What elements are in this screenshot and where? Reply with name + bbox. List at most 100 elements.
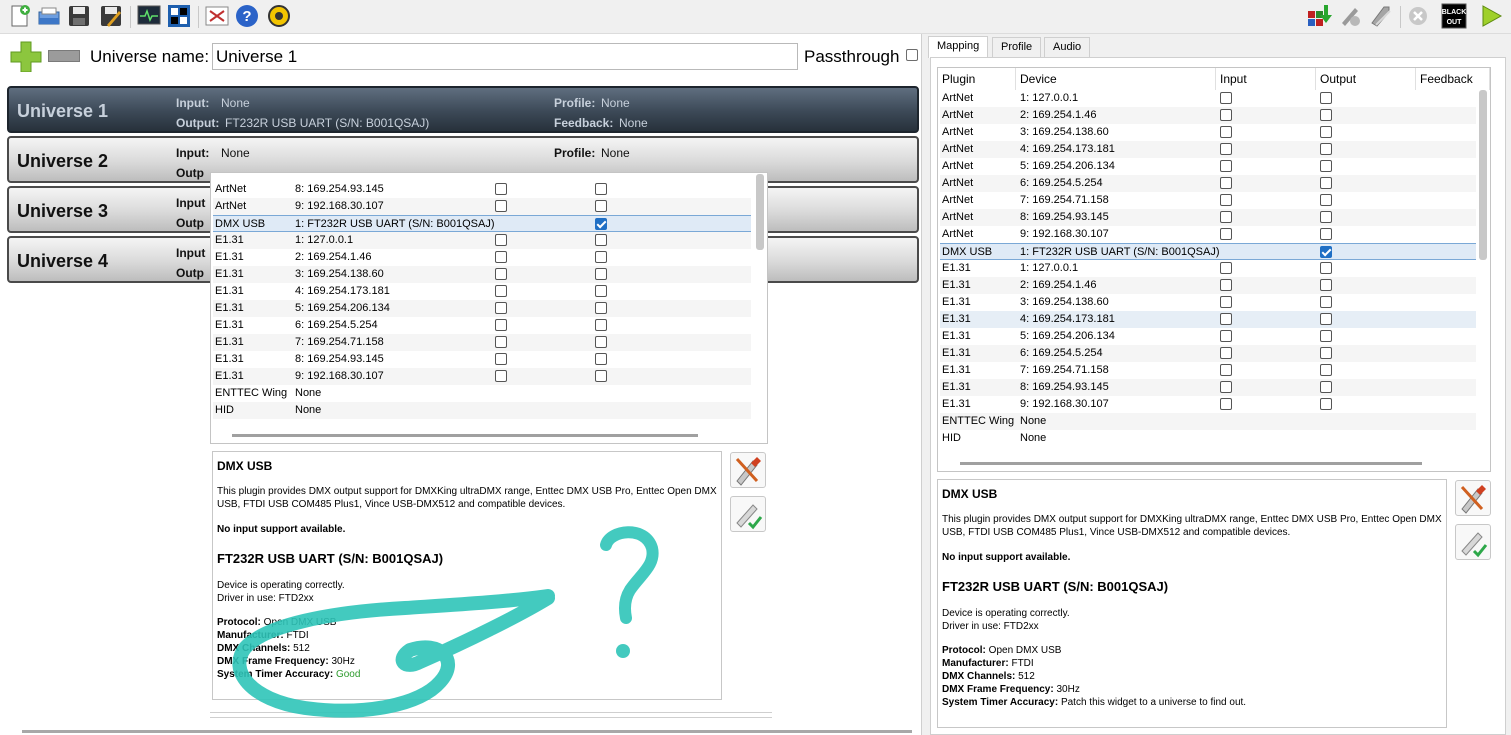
output-checkbox[interactable] <box>1320 381 1332 393</box>
output-checkbox[interactable] <box>1320 296 1332 308</box>
input-checkbox[interactable] <box>1220 143 1232 155</box>
table-row[interactable]: ArtNet 6: 169.254.5.254 <box>940 175 1476 192</box>
table-row[interactable]: ENTTEC Wing None <box>213 385 751 402</box>
tab-mapping[interactable]: Mapping <box>928 36 989 58</box>
input-checkbox[interactable] <box>495 183 507 195</box>
table-row[interactable]: E1.31 8: 169.254.93.145 <box>213 351 751 368</box>
output-checkbox[interactable] <box>595 183 607 195</box>
remove-universe-icon[interactable] <box>48 50 80 62</box>
device-mapping-table[interactable]: Plugin Device Input Output Feedback ArtN… <box>937 67 1491 472</box>
output-checkbox[interactable] <box>1320 313 1332 325</box>
vertical-scrollbar[interactable] <box>1479 90 1487 260</box>
input-checkbox[interactable] <box>1220 177 1232 189</box>
input-checkbox[interactable] <box>1220 228 1232 240</box>
input-checkbox[interactable] <box>1220 126 1232 138</box>
table-row[interactable]: E1.31 3: 169.254.138.60 <box>213 266 751 283</box>
new-file-icon[interactable] <box>6 3 32 29</box>
table-row[interactable]: E1.31 2: 169.254.1.46 <box>213 249 751 266</box>
help-icon[interactable]: ? <box>234 3 260 29</box>
output-checkbox[interactable] <box>595 319 607 331</box>
output-checkbox[interactable] <box>1320 160 1332 172</box>
table-row[interactable]: ArtNet 5: 169.254.206.134 <box>940 158 1476 175</box>
output-checkbox[interactable] <box>1320 330 1332 342</box>
output-checkbox[interactable] <box>1320 109 1332 121</box>
table-row[interactable]: E1.31 1: 127.0.0.1 <box>213 232 751 249</box>
output-checkbox[interactable] <box>1320 398 1332 410</box>
edit-output-button[interactable] <box>1455 524 1491 560</box>
input-checkbox[interactable] <box>1220 194 1232 206</box>
input-checkbox[interactable] <box>1220 279 1232 291</box>
horizontal-scrollbar[interactable] <box>960 462 1422 465</box>
vertical-scrollbar[interactable] <box>756 174 764 250</box>
column-header-output[interactable]: Output <box>1316 68 1416 90</box>
table-row[interactable]: E1.31 9: 192.168.30.107 <box>213 368 751 385</box>
table-row[interactable]: ENTTEC Wing None <box>940 413 1476 430</box>
table-row[interactable]: E1.31 7: 169.254.71.158 <box>213 334 751 351</box>
table-row[interactable]: ArtNet 7: 169.254.71.158 <box>940 192 1476 209</box>
table-row[interactable]: E1.31 6: 169.254.5.254 <box>213 317 751 334</box>
table-row[interactable]: E1.31 8: 169.254.93.145 <box>940 379 1476 396</box>
output-checkbox[interactable] <box>1320 279 1332 291</box>
table-row[interactable]: HID None <box>940 430 1476 447</box>
output-checkbox[interactable] <box>595 353 607 365</box>
table-row[interactable]: ArtNet 1: 127.0.0.1 <box>940 90 1476 107</box>
input-checkbox[interactable] <box>1220 109 1232 121</box>
output-checkbox[interactable] <box>1320 347 1332 359</box>
configure-plugin-button[interactable] <box>730 452 766 488</box>
output-checkbox[interactable] <box>1320 92 1332 104</box>
output-checkbox[interactable] <box>1320 246 1332 258</box>
open-file-icon[interactable] <box>36 3 62 29</box>
table-row[interactable]: ArtNet 2: 169.254.1.46 <box>940 107 1476 124</box>
table-row[interactable]: ArtNet 9: 192.168.30.107 <box>213 198 751 215</box>
table-row[interactable]: E1.31 4: 169.254.173.181 <box>940 311 1476 328</box>
column-header-device[interactable]: Device <box>1016 68 1216 90</box>
output-checkbox[interactable] <box>1320 126 1332 138</box>
input-checkbox[interactable] <box>495 200 507 212</box>
output-checkbox[interactable] <box>1320 228 1332 240</box>
input-checkbox[interactable] <box>495 285 507 297</box>
save-icon[interactable] <box>66 3 92 29</box>
passthrough-checkbox[interactable] <box>906 49 918 61</box>
column-header-feedback[interactable]: Feedback <box>1416 68 1490 90</box>
tools-icon[interactable] <box>1368 3 1394 29</box>
table-row[interactable]: ArtNet 3: 169.254.138.60 <box>940 124 1476 141</box>
output-checkbox[interactable] <box>595 251 607 263</box>
table-row[interactable]: E1.31 9: 192.168.30.107 <box>940 396 1476 413</box>
input-checkbox[interactable] <box>1220 296 1232 308</box>
horizontal-scrollbar[interactable] <box>22 730 912 733</box>
play-icon[interactable] <box>1478 3 1504 29</box>
table-row[interactable]: ArtNet 4: 169.254.173.181 <box>940 141 1476 158</box>
output-checkbox[interactable] <box>595 285 607 297</box>
input-checkbox[interactable] <box>1220 330 1232 342</box>
output-checkbox[interactable] <box>595 370 607 382</box>
table-row[interactable]: E1.31 1: 127.0.0.1 <box>940 260 1476 277</box>
input-checkbox[interactable] <box>495 353 507 365</box>
table-row[interactable]: HID None <box>213 402 751 419</box>
table-row[interactable]: DMX USB 1: FT232R USB UART (S/N: B001QSAJ… <box>940 243 1476 260</box>
tab-audio[interactable]: Audio <box>1044 37 1091 57</box>
input-checkbox[interactable] <box>495 268 507 280</box>
output-checkbox[interactable] <box>1320 211 1332 223</box>
output-checkbox[interactable] <box>1320 364 1332 376</box>
output-checkbox[interactable] <box>1320 194 1332 206</box>
input-checkbox[interactable] <box>495 370 507 382</box>
disable-icon[interactable] <box>1337 3 1363 29</box>
table-row[interactable]: ArtNet 9: 192.168.30.107 <box>940 226 1476 243</box>
input-checkbox[interactable] <box>495 319 507 331</box>
table-row[interactable]: ArtNet 8: 169.254.93.145 <box>940 209 1476 226</box>
input-checkbox[interactable] <box>1220 160 1232 172</box>
zoom-icon[interactable] <box>266 3 292 29</box>
output-checkbox[interactable] <box>595 200 607 212</box>
table-row[interactable]: ArtNet 8: 169.254.93.145 <box>213 181 751 198</box>
input-checkbox[interactable] <box>1220 364 1232 376</box>
input-checkbox[interactable] <box>1220 381 1232 393</box>
input-checkbox[interactable] <box>1220 347 1232 359</box>
save-as-icon[interactable] <box>98 3 124 29</box>
output-checkbox[interactable] <box>595 234 607 246</box>
input-checkbox[interactable] <box>495 336 507 348</box>
table-row[interactable]: E1.31 6: 169.254.5.254 <box>940 345 1476 362</box>
tab-profile[interactable]: Profile <box>992 37 1042 57</box>
output-checkbox[interactable] <box>595 302 607 314</box>
column-header-input[interactable]: Input <box>1216 68 1316 90</box>
input-checkbox[interactable] <box>495 234 507 246</box>
